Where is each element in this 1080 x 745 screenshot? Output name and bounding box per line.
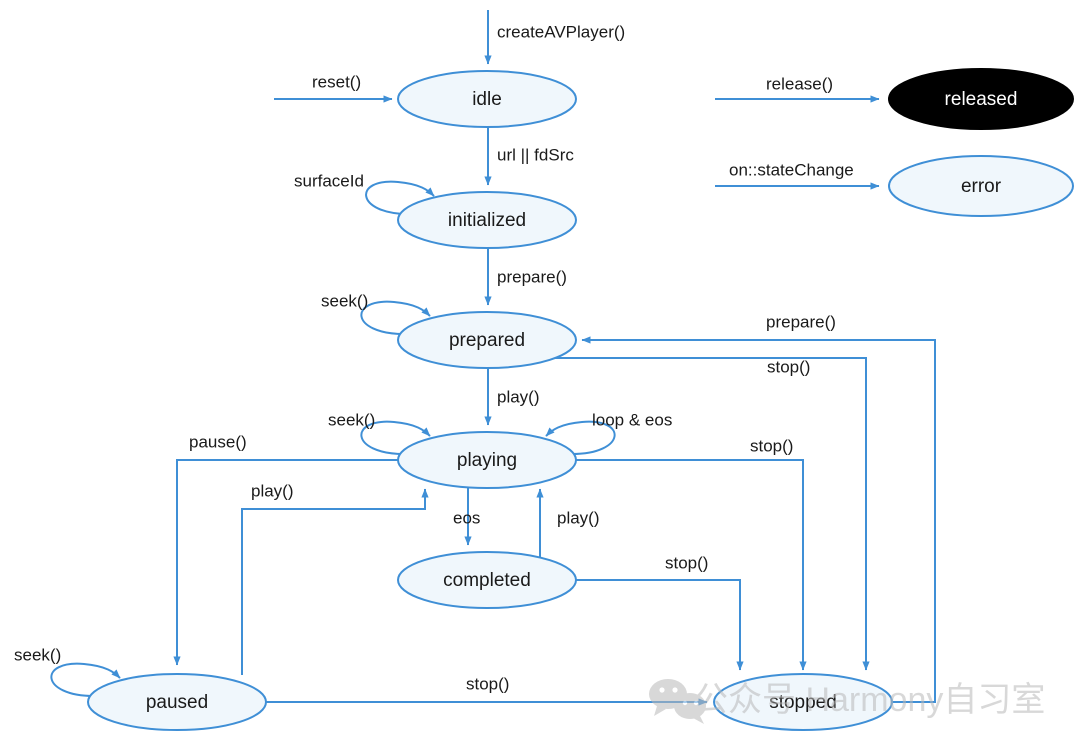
- edge-stop-completed: [576, 579, 744, 671]
- state-node-paused[interactable]: paused: [87, 673, 267, 731]
- edge-label-play-replay: play(): [557, 508, 600, 527]
- edge-label-reset: reset(): [312, 72, 361, 91]
- edge-label-play-resume: play(): [251, 481, 294, 500]
- edge-label-create: createAVPlayer(): [497, 22, 625, 41]
- state-diagram-canvas: idle initialized prepared playing comple…: [0, 0, 1080, 745]
- state-node-initialized[interactable]: initialized: [397, 191, 577, 249]
- state-label-completed: completed: [443, 570, 531, 591]
- state-label-playing: playing: [457, 450, 517, 471]
- state-node-playing[interactable]: playing: [397, 431, 577, 489]
- state-label-prepared: prepared: [449, 330, 525, 351]
- state-label-paused: paused: [146, 692, 208, 713]
- edge-label-seek-paused: seek(): [14, 645, 61, 664]
- edge-label-stop-completed: stop(): [665, 553, 708, 572]
- state-node-released[interactable]: released: [888, 68, 1074, 130]
- edge-label-stop-playing: stop(): [750, 436, 793, 455]
- state-label-error: error: [961, 176, 1002, 197]
- edge-label-prepare-down: prepare(): [497, 267, 567, 286]
- state-label-initialized: initialized: [448, 210, 526, 231]
- watermark: 公众号 Harmony自习室: [649, 679, 1045, 724]
- edge-label-seek-prepared: seek(): [321, 291, 368, 310]
- node-layer: idle initialized prepared playing comple…: [87, 68, 1074, 731]
- avplayer-state-machine-diagram: idle initialized prepared playing comple…: [14, 10, 1074, 731]
- state-node-prepared[interactable]: prepared: [397, 311, 577, 369]
- state-label-idle: idle: [472, 89, 502, 110]
- state-node-error[interactable]: error: [888, 155, 1074, 217]
- state-node-completed[interactable]: completed: [397, 551, 577, 609]
- edge-prepare-back: [581, 336, 936, 703]
- edge-label-pause: pause(): [189, 432, 247, 451]
- edge-label-url-fdsrc: url || fdSrc: [497, 145, 574, 164]
- edge-label-play-down: play(): [497, 387, 540, 406]
- edge-label-stop-paused: stop(): [466, 674, 509, 693]
- state-node-idle[interactable]: idle: [397, 70, 577, 128]
- edge-label-surfaceid: surfaceId: [294, 171, 364, 190]
- edge-label-eos: eos: [453, 508, 480, 527]
- edge-label-loop-eos: loop & eos: [592, 410, 672, 429]
- watermark-text: 公众号 Harmony自习室: [694, 681, 1045, 719]
- edge-label-prepare-back: prepare(): [766, 312, 836, 331]
- edge-label-statechange: on::stateChange: [729, 160, 854, 179]
- edge-label-release: release(): [766, 74, 833, 93]
- edge-label-stop-prepared: stop(): [767, 357, 810, 376]
- edge-label-seek-playing: seek(): [328, 410, 375, 429]
- state-label-released: released: [945, 89, 1018, 110]
